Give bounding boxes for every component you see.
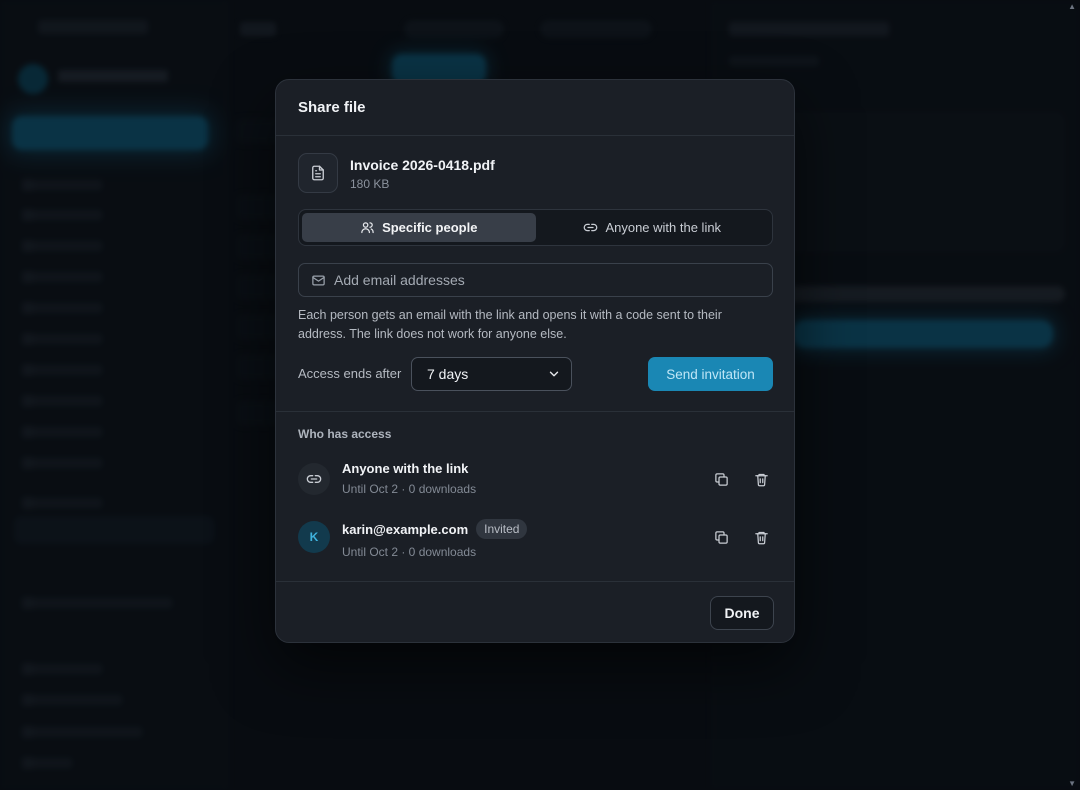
document-icon [298, 153, 338, 193]
tab-specific-people-label: Specific people [382, 220, 478, 235]
delete-access-button[interactable] [749, 468, 773, 490]
access-expiry-row: Access ends after 7 days Send invitation [298, 357, 773, 391]
dialog-footer: Done [276, 581, 794, 642]
access-item-title: Anyone with the link [342, 461, 469, 476]
send-invitation-button[interactable]: Send invitation [648, 357, 773, 391]
access-item-subtitle: Until Oct 2 · 0 downloads [342, 482, 477, 496]
access-item-link: Anyone with the link Until Oct 2 · 0 dow… [298, 459, 773, 499]
delete-access-button[interactable] [749, 526, 773, 548]
copy-icon [714, 472, 728, 486]
scroll-up-icon[interactable]: ▲ [1068, 2, 1076, 11]
copy-icon [714, 530, 728, 544]
section-divider [276, 411, 794, 412]
people-icon [361, 222, 374, 234]
share-mode-toggle: Specific people Anyone with the link [298, 209, 773, 246]
email-input[interactable] [334, 272, 760, 288]
tab-specific-people[interactable]: Specific people [302, 213, 536, 242]
avatar: K [298, 521, 330, 553]
link-icon [298, 463, 330, 495]
status-badge: Invited [476, 519, 528, 539]
copy-link-button[interactable] [709, 526, 733, 548]
access-duration-value: 7 days [427, 366, 469, 382]
file-size: 180 KB [350, 176, 390, 191]
trash-icon [754, 531, 768, 544]
file-summary: Invoice 2026-0418.pdf 180 KB [298, 153, 495, 193]
access-item-email: karin@example.com [342, 521, 469, 537]
access-item-person: K karin@example.com Invited Until Oct 2 … [298, 517, 773, 559]
link-icon [584, 223, 598, 232]
trash-icon [754, 473, 768, 486]
help-text: Each person gets an email with the link … [298, 308, 722, 341]
access-ends-label: Access ends after [298, 366, 402, 381]
share-file-dialog: Share file Invoice 2026-0418.pdf 180 KB … [275, 79, 795, 643]
dialog-header: Share file [276, 80, 794, 136]
scroll-down-icon[interactable]: ▼ [1068, 779, 1076, 788]
mail-icon [312, 275, 325, 285]
access-duration-select[interactable]: 7 days [411, 357, 572, 391]
chevron-down-icon [549, 371, 559, 377]
file-name: Invoice 2026-0418.pdf [350, 156, 495, 173]
copy-link-button[interactable] [709, 468, 733, 490]
email-field[interactable] [298, 263, 773, 297]
who-has-access-heading: Who has access [298, 427, 392, 441]
tab-anyone-with-link-label: Anyone with the link [605, 220, 722, 235]
done-button[interactable]: Done [710, 596, 774, 630]
dialog-title: Share file [298, 99, 366, 116]
access-item-subtitle: Until Oct 2 · 0 downloads [342, 545, 477, 559]
tab-anyone-with-link[interactable]: Anyone with the link [536, 213, 770, 242]
